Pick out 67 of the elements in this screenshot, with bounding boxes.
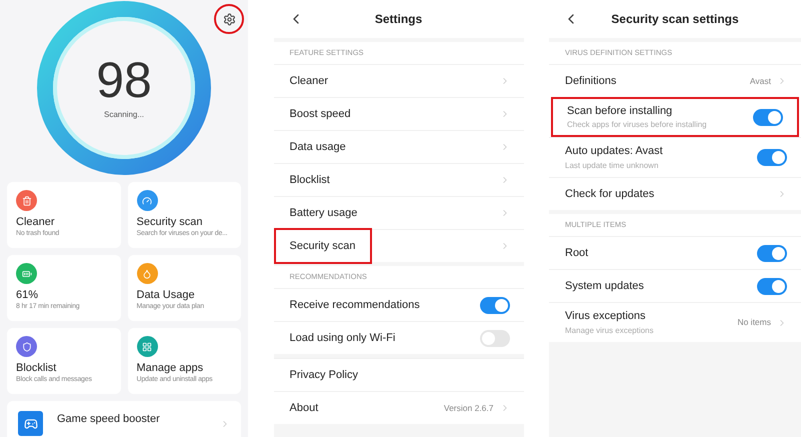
- row-label: Data usage: [290, 140, 346, 155]
- row-label: About: [290, 400, 318, 416]
- row-label: Blocklist: [290, 172, 330, 188]
- toggle-switch[interactable]: [480, 330, 510, 346]
- scan-status: Scanning...: [104, 109, 144, 121]
- feature-title: Cleaner: [16, 216, 56, 230]
- row-label: Receive recommendations: [290, 298, 420, 313]
- row-label: System updates: [565, 278, 644, 294]
- drop-icon: [142, 268, 152, 278]
- row-label: Root: [565, 246, 588, 261]
- row-label: Definitions: [565, 74, 616, 89]
- row-label: Boost speed: [290, 106, 351, 122]
- settings-row[interactable]: Data usage: [274, 130, 524, 163]
- toggle-switch[interactable]: [753, 108, 783, 126]
- row-subtitle: Manage virus exceptions: [565, 324, 654, 337]
- settings-button[interactable]: [214, 4, 244, 34]
- settings-row[interactable]: Privacy Policy: [274, 358, 524, 391]
- battery-icon: [22, 268, 32, 278]
- row-subtitle: Check apps for viruses before installing: [567, 119, 708, 132]
- settings-row[interactable]: Check for updates: [549, 177, 801, 210]
- shield-icon: [22, 342, 32, 352]
- row-value: Avast: [750, 74, 771, 88]
- game-booster-title: Game speed booster: [57, 412, 161, 427]
- settings-row[interactable]: Receive recommendations: [274, 288, 524, 321]
- settings-row[interactable]: Battery usage: [274, 196, 524, 229]
- feature-title: 61%: [16, 289, 40, 302]
- score-number: 98: [96, 55, 152, 105]
- feature-title: Security scan: [136, 216, 204, 230]
- feature-title: Data Usage: [136, 289, 196, 302]
- row-label: Battery usage: [290, 206, 358, 221]
- row-label: Check for updates: [565, 186, 654, 202]
- settings-row[interactable]: System updates: [549, 269, 801, 302]
- toggle-switch[interactable]: [757, 278, 787, 294]
- row-value: No items: [737, 316, 771, 329]
- toggle-switch[interactable]: [480, 296, 510, 314]
- settings-row[interactable]: Virus exceptions Manage virus exceptions No items: [549, 302, 801, 342]
- settings-row[interactable]: About Version 2.6.7: [274, 391, 524, 424]
- row-subtitle: Last update time unknown: [565, 160, 660, 172]
- settings-row[interactable]: Root: [549, 236, 801, 269]
- settings-row[interactable]: Load using only Wi-Fi: [274, 321, 524, 354]
- screen-title: Settings: [374, 11, 424, 28]
- game-booster-icon: [18, 411, 43, 436]
- game-booster-card[interactable]: Game speed booster: [7, 401, 241, 437]
- feature-title: Manage apps: [136, 362, 204, 376]
- settings-icon: [222, 12, 236, 26]
- grid-icon: [142, 342, 152, 352]
- settings-row[interactable]: Security scan: [274, 229, 524, 262]
- toggle-switch[interactable]: [757, 149, 787, 166]
- feature-title: Blocklist: [16, 362, 58, 376]
- settings-row[interactable]: Auto updates: Avast Last update time unknown: [549, 137, 801, 177]
- settings-row[interactable]: Cleaner: [274, 64, 524, 97]
- row-label: Privacy Policy: [290, 368, 358, 383]
- row-label: Security scan: [274, 228, 372, 264]
- row-label: Virus exceptions: [565, 309, 646, 324]
- settings-row[interactable]: Scan before installing Check apps for viruses before installing: [551, 97, 799, 137]
- row-label: Load using only Wi-Fi: [290, 330, 396, 346]
- row-label: Scan before installing: [567, 104, 672, 119]
- settings-row[interactable]: Blocklist: [274, 163, 524, 196]
- toggle-switch[interactable]: [757, 244, 787, 262]
- screen-title: Security scan settings: [610, 11, 740, 28]
- trash-icon: [22, 196, 32, 206]
- row-label: Cleaner: [290, 74, 328, 89]
- row-value: Version 2.6.7: [444, 402, 494, 414]
- gauge-icon: [142, 196, 152, 206]
- settings-row[interactable]: Boost speed: [274, 97, 524, 130]
- settings-row[interactable]: Definitions Avast: [549, 64, 801, 97]
- row-label: Auto updates: Avast: [565, 144, 663, 160]
